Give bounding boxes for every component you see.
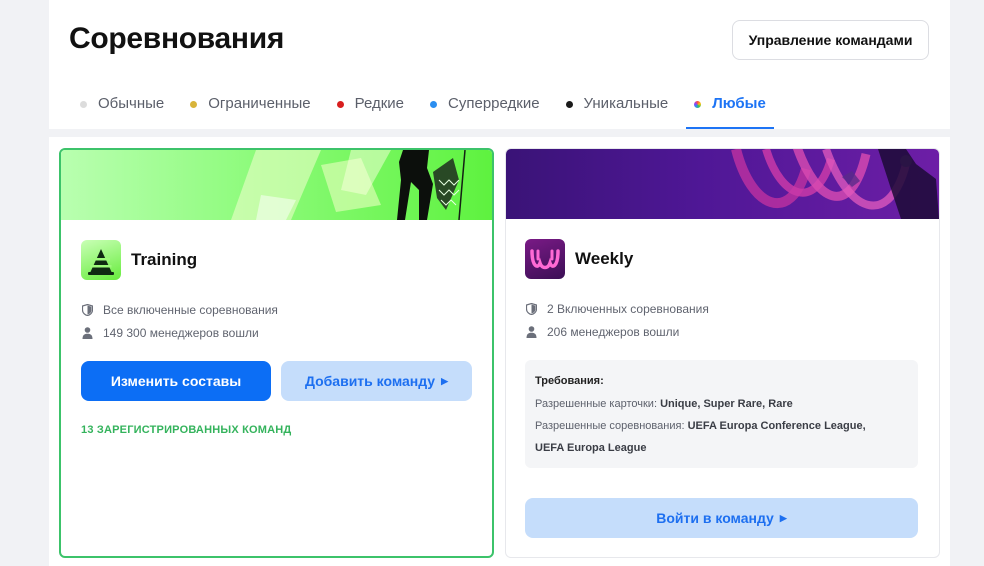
add-team-button[interactable]: Добавить команду ▶ (281, 361, 472, 401)
requirements-box: Требования: Разрешенные карточки: Unique… (525, 360, 918, 468)
allowed-competitions-value-2: UEFA Europa League (535, 442, 647, 454)
tab-label: Суперредкие (448, 95, 540, 112)
page-title: Соревнования (69, 22, 285, 55)
add-team-label: Добавить команду (304, 373, 436, 389)
training-header: Training (81, 240, 197, 280)
allowed-competitions-value-1: UEFA Europa Conference League, (687, 420, 866, 432)
weekly-logo-icon (525, 239, 565, 279)
user-icon (81, 327, 93, 339)
training-banner (61, 150, 492, 220)
tab-unique[interactable]: Уникальные (558, 86, 677, 129)
shield-icon (81, 304, 93, 316)
dot-super-rare-icon (430, 101, 438, 108)
shield-icon (525, 303, 537, 315)
registered-teams-count: 13 ЗАРЕГИСТРИРОВАННЫХ КОМАНД (81, 424, 292, 436)
page: Соревнования Управление командами Обычны… (49, 0, 950, 566)
weekly-banner-art-icon (731, 149, 939, 219)
tab-common[interactable]: Обычные (72, 86, 172, 129)
user-icon (525, 326, 537, 338)
tab-label: Редкие (354, 95, 405, 112)
tab-label: Обычные (98, 95, 165, 112)
managers-info: 149 300 менеджеров вошли (81, 326, 259, 340)
dot-common-icon (80, 101, 87, 108)
header: Соревнования Управление командами Обычны… (49, 0, 950, 129)
card-title: Training (131, 250, 198, 269)
tab-label: Любые (712, 95, 766, 112)
dot-rainbow-icon (694, 101, 702, 108)
training-cone-icon (81, 240, 121, 280)
competitions-text: Все включенные соревнования (103, 303, 278, 317)
allowed-competitions-label: Разрешенные соревнования: (535, 420, 688, 432)
weekly-header: Weekly (525, 239, 633, 279)
tab-rare[interactable]: Редкие (329, 86, 412, 129)
join-team-label: Войти в команду (656, 510, 774, 526)
allowed-cards-value: Unique, Super Rare, Rare (660, 398, 793, 410)
managers-text: 206 менеджеров вошли (547, 325, 680, 339)
allowed-competitions: Разрешенные соревнования: UEFA Europa Co… (535, 415, 908, 437)
tab-limited[interactable]: Ограниченные (182, 86, 318, 129)
edit-lineups-button[interactable]: Изменить составы (81, 361, 271, 401)
join-team-button[interactable]: Войти в команду ▶ (525, 498, 918, 538)
rarity-tabs: Обычные Ограниченные Редкие Суперредкие … (72, 86, 784, 129)
dot-limited-icon (190, 101, 198, 108)
competitions-text: 2 Включенных соревнования (547, 302, 709, 316)
competition-card-weekly[interactable]: Weekly 2 Включенных соревнования 206 мен… (505, 148, 940, 558)
managers-info: 206 менеджеров вошли (525, 325, 679, 339)
training-banner-art-icon (231, 150, 466, 220)
allowed-cards: Разрешенные карточки: Unique, Super Rare… (535, 393, 908, 415)
allowed-cards-label: Разрешенные карточки: (535, 398, 661, 410)
competitions-info: Все включенные соревнования (81, 303, 278, 317)
caret-right-icon: ▶ (779, 512, 787, 523)
tab-label: Уникальные (583, 95, 669, 112)
dot-rare-icon (336, 101, 344, 108)
manage-teams-button[interactable]: Управление командами (732, 20, 929, 60)
competition-card-training[interactable]: Training Все включенные соревнования 149… (59, 148, 494, 558)
competitions-info: 2 Включенных соревнования (525, 302, 709, 316)
competitions-panel: Training Все включенные соревнования 149… (49, 137, 950, 566)
managers-text: 149 300 менеджеров вошли (103, 326, 259, 340)
dot-unique-icon (565, 101, 573, 108)
tab-any[interactable]: Любые (686, 86, 774, 129)
requirements-title: Требования: (535, 375, 604, 387)
weekly-banner (506, 149, 939, 219)
caret-right-icon: ▶ (441, 375, 449, 386)
allowed-competitions-cont: UEFA Europa League (535, 437, 908, 459)
tab-super-rare[interactable]: Суперредкие (422, 86, 548, 129)
tab-label: Ограниченные (208, 95, 311, 112)
card-title: Weekly (575, 249, 634, 268)
